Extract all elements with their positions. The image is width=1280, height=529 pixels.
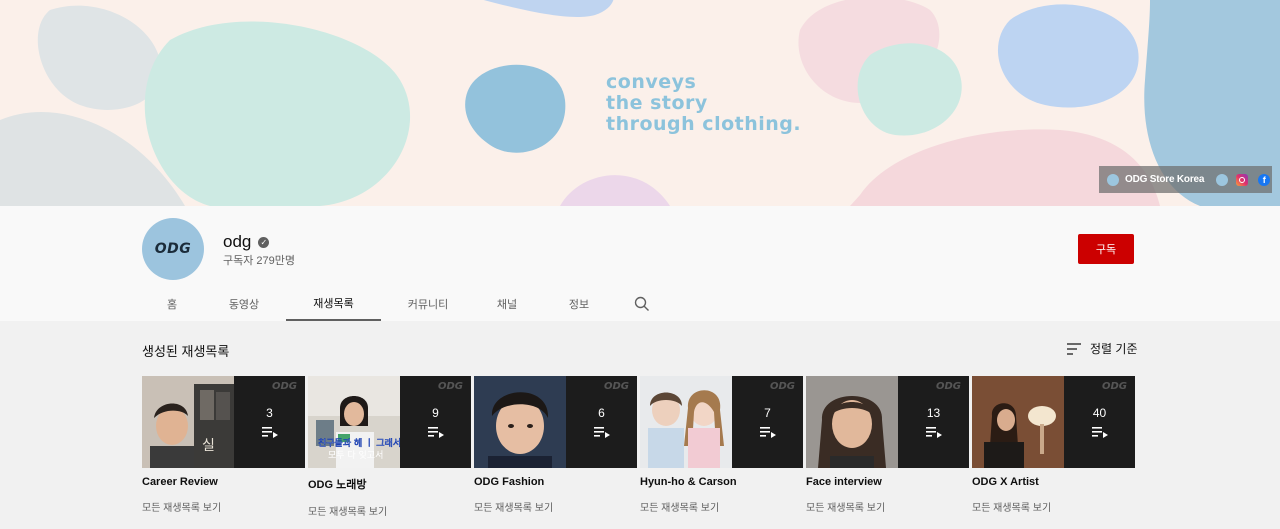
playlist-card[interactable]: ODG 7 Hyun-ho & Carson 모든 재생목록 보기: [640, 376, 803, 518]
banner-tagline: conveys the story through clothing.: [606, 72, 801, 135]
facebook-icon[interactable]: f: [1258, 173, 1271, 186]
playlist-overlay: ODG 7: [732, 376, 803, 468]
playlist-overlay: ODG 13: [898, 376, 969, 468]
playlist-icon: [593, 427, 610, 438]
video-count: 9: [432, 406, 439, 420]
tab-videos[interactable]: 동영상: [202, 286, 286, 321]
playlist-icon: [759, 427, 776, 438]
channel-header: ODG odg ✓ 구독자 279만명 구독 홈 동영상 재생목록 커뮤니티 채…: [0, 206, 1280, 321]
sort-icon: [1067, 342, 1081, 355]
tagline-line: through clothing.: [606, 113, 802, 135]
playlist-card[interactable]: ODG 40 ODG X Artist 모든 재생목록 보기: [972, 376, 1135, 518]
playlist-icon: [427, 427, 444, 438]
playlist-overlay: ODG 6: [566, 376, 637, 468]
watermark-logo: ODG: [769, 381, 795, 392]
tab-channels[interactable]: 채널: [475, 286, 539, 321]
playlist-thumbnail[interactable]: ODG 7: [640, 376, 803, 468]
watermark-logo: ODG: [437, 381, 463, 392]
store-link[interactable]: ODG Store Korea: [1125, 174, 1204, 185]
globe-icon[interactable]: [1107, 173, 1119, 186]
video-count: 7: [764, 406, 771, 420]
view-full-playlist-link[interactable]: 모든 재생목록 보기: [640, 499, 803, 514]
karaoke-lyric: 친구들과 헤 ㅣ 그래서: [318, 437, 400, 449]
globe-icon[interactable]: [1216, 173, 1229, 186]
channel-tabs: 홈 동영상 재생목록 커뮤니티 채널 정보: [142, 286, 665, 321]
subscriber-count: 구독자 279만명: [223, 255, 296, 267]
thumbnail-image: [640, 376, 732, 468]
channel-title: odg ✓: [223, 232, 270, 252]
playlist-card[interactable]: 친구들과 헤 ㅣ 그래서 모두 다 잊고서 ODG 9 ODG 노래방 모든 재…: [308, 376, 471, 518]
avatar[interactable]: ODG: [142, 218, 204, 280]
playlist-thumbnail[interactable]: 친구들과 헤 ㅣ 그래서 모두 다 잊고서 ODG 9: [308, 376, 471, 468]
thumbnail-image: 친구들과 헤 ㅣ 그래서 모두 다 잊고서: [308, 376, 400, 468]
view-full-playlist-link[interactable]: 모든 재생목록 보기: [806, 499, 969, 514]
playlist-thumbnail[interactable]: ODG 6: [474, 376, 637, 468]
playlist-thumbnail[interactable]: ODG 13: [806, 376, 969, 468]
view-full-playlist-link[interactable]: 모든 재생목록 보기: [142, 499, 305, 514]
playlist-overlay: ODG 40: [1064, 376, 1135, 468]
view-full-playlist-link[interactable]: 모든 재생목록 보기: [308, 503, 471, 518]
playlist-icon: [1091, 427, 1108, 438]
avatar-logo-text: ODG: [154, 241, 192, 257]
subscribe-button[interactable]: 구독: [1078, 234, 1134, 264]
section-title: 생성된 재생목록: [142, 344, 230, 359]
watermark-logo: ODG: [603, 381, 629, 392]
video-count: 3: [266, 406, 273, 420]
watermark-logo: ODG: [935, 381, 961, 392]
channel-banner: conveys the story through clothing. ODG …: [0, 0, 1280, 206]
playlist-title[interactable]: Hyun-ho & Carson: [640, 476, 803, 488]
view-full-playlist-link[interactable]: 모든 재생목록 보기: [474, 499, 637, 514]
playlist-title[interactable]: Career Review: [142, 476, 305, 488]
playlist-thumbnail[interactable]: ODG 40: [972, 376, 1135, 468]
thumbnail-image: 실: [142, 376, 234, 468]
thumbnail-image: [972, 376, 1064, 468]
playlist-card[interactable]: ODG 13 Face interview 모든 재생목록 보기: [806, 376, 969, 518]
playlist-title[interactable]: ODG Fashion: [474, 476, 637, 488]
channel-name: odg: [223, 232, 252, 251]
tagline-line: conveys: [606, 71, 697, 93]
instagram-icon[interactable]: [1236, 173, 1249, 186]
svg-text:실: 실: [202, 438, 215, 454]
playlist-icon: [261, 427, 278, 438]
playlist-title[interactable]: ODG 노래방: [308, 476, 471, 492]
tab-home[interactable]: 홈: [142, 286, 202, 321]
tagline-line: the story: [606, 92, 708, 114]
view-full-playlist-link[interactable]: 모든 재생목록 보기: [972, 499, 1135, 514]
karaoke-lyric: 모두 다 잊고서: [328, 449, 383, 461]
verified-icon: ✓: [258, 236, 270, 248]
watermark-logo: ODG: [1101, 381, 1127, 392]
playlist-grid: 실 ODG 3 Career Review 모든 재생목록 보기 친구들과 헤 …: [142, 376, 1135, 518]
playlist-card[interactable]: 실 ODG 3 Career Review 모든 재생목록 보기: [142, 376, 305, 518]
playlist-thumbnail[interactable]: 실 ODG 3: [142, 376, 305, 468]
tab-community[interactable]: 커뮤니티: [381, 286, 475, 321]
banner-links: ODG Store Korea f: [1099, 166, 1272, 193]
playlist-overlay: ODG 3: [234, 376, 305, 468]
sort-label: 정렬 기준: [1090, 342, 1138, 356]
playlist-title[interactable]: ODG X Artist: [972, 476, 1135, 488]
playlist-card[interactable]: ODG 6 ODG Fashion 모든 재생목록 보기: [474, 376, 637, 518]
thumbnail-image: [806, 376, 898, 468]
playlist-title[interactable]: Face interview: [806, 476, 969, 488]
playlist-icon: [925, 427, 942, 438]
playlists-section: 생성된 재생목록 정렬 기준 실 ODG 3 Career Review 모든 …: [0, 321, 1280, 529]
video-count: 13: [926, 406, 941, 420]
video-count: 6: [598, 406, 605, 420]
tab-playlists[interactable]: 재생목록: [286, 286, 381, 321]
playlist-overlay: ODG 9: [400, 376, 471, 468]
thumbnail-image: [474, 376, 566, 468]
search-icon[interactable]: [619, 286, 665, 321]
sort-button[interactable]: 정렬 기준: [1066, 340, 1138, 357]
tab-about[interactable]: 정보: [539, 286, 619, 321]
video-count: 40: [1092, 406, 1107, 420]
watermark-logo: ODG: [271, 381, 297, 392]
